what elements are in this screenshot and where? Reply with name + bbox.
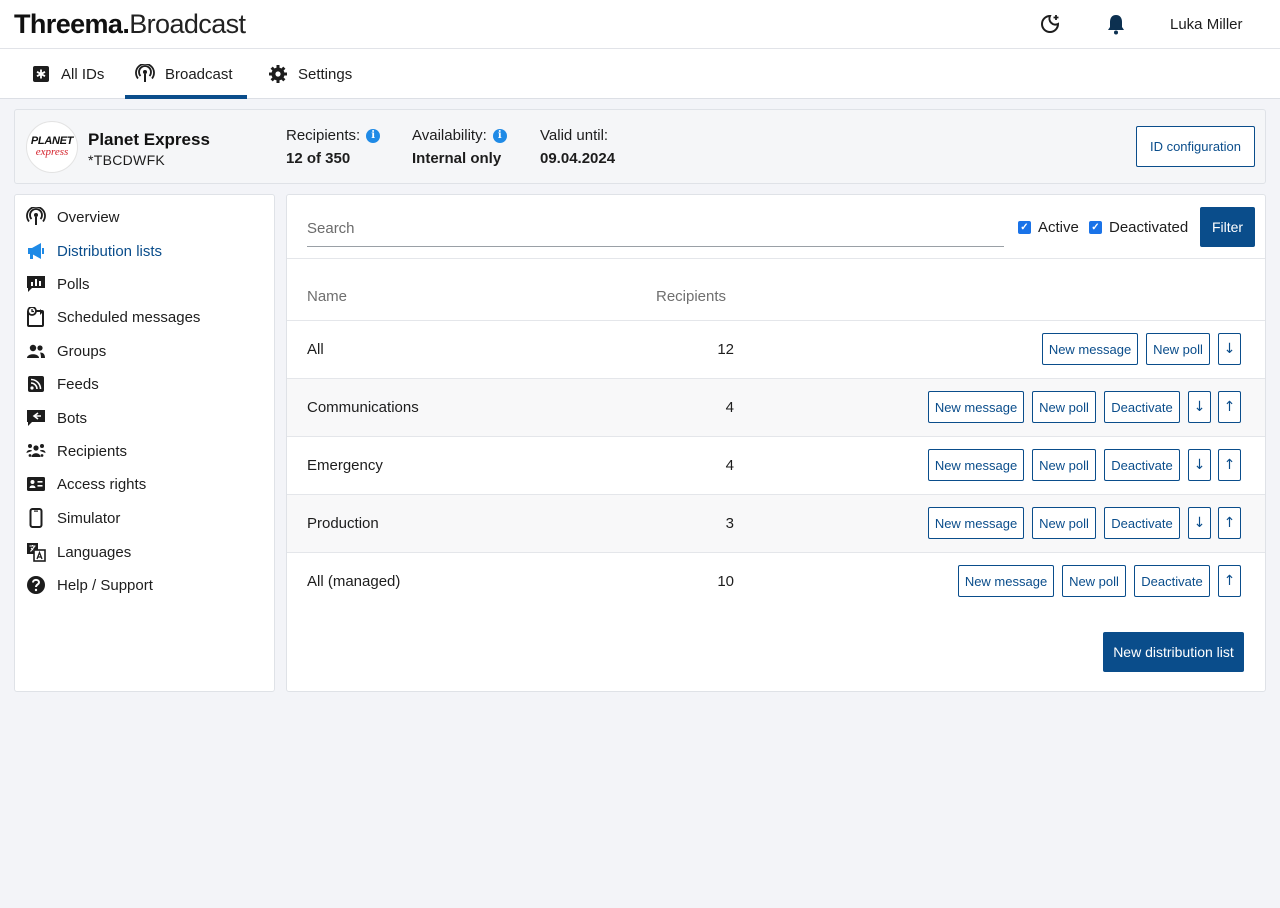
new-poll-button[interactable]: New poll [1032,507,1096,539]
feed-icon [26,374,46,394]
move-up-button[interactable]: ↑ [1218,507,1241,539]
sidebar-item-recipients[interactable]: Recipients [26,439,127,463]
bot-icon [26,408,46,428]
phone-icon [26,508,46,528]
sidebar: Overview Distribution lists Polls Schedu… [14,194,275,692]
validity-summary: Valid until: 09.04.2024 [540,127,616,167]
filter-bar: ✓ Active ✓ Deactivated Filter [287,195,1265,259]
sidebar-item-distribution-lists[interactable]: Distribution lists [26,239,162,263]
new-message-button[interactable]: New message [1042,333,1138,365]
table-row: Communications 4 New message New poll De… [287,379,1265,437]
avatar: PLANET express [26,121,78,173]
checkbox-checked-icon: ✓ [1018,221,1031,234]
new-message-button[interactable]: New message [928,391,1024,423]
info-icon[interactable]: i [492,128,507,143]
move-up-button[interactable]: ↑ [1218,565,1241,597]
broadcast-icon [135,64,155,84]
table-row: All (managed) 10 New message New poll De… [287,553,1265,611]
user-menu[interactable]: Luka Miller [1170,16,1243,33]
sidebar-item-languages[interactable]: Languages [26,540,131,564]
new-poll-button[interactable]: New poll [1062,565,1126,597]
deactivate-button[interactable]: Deactivate [1104,391,1180,423]
info-icon[interactable]: i [366,128,381,143]
deactivate-button[interactable]: Deactivate [1134,565,1210,597]
table-row: All 12 New message New poll ↓ [287,321,1265,379]
sidebar-item-help-support[interactable]: Help / Support [26,573,153,597]
column-header-recipients[interactable]: Recipients [656,288,726,305]
move-up-button[interactable]: ↑ [1218,391,1241,423]
dark-mode-icon[interactable] [1039,12,1063,36]
table-row: Production 3 New message New poll Deacti… [287,495,1265,553]
sidebar-item-overview[interactable]: Overview [26,205,120,229]
distribution-lists-panel: ✓ Active ✓ Deactivated Filter Name Recip… [286,194,1266,692]
filter-button[interactable]: Filter [1200,207,1255,247]
deactivated-checkbox[interactable]: ✓ Deactivated [1089,219,1188,236]
active-checkbox[interactable]: ✓ Active [1018,219,1079,236]
threema-id: *TBCDWFK [88,152,166,168]
id-configuration-button[interactable]: ID configuration [1136,126,1255,167]
new-distribution-list-button[interactable]: New distribution list [1103,632,1244,672]
sidebar-item-polls[interactable]: Polls [26,272,90,296]
new-message-button[interactable]: New message [928,449,1024,481]
search-input[interactable] [307,211,1004,247]
new-message-button[interactable]: New message [958,565,1054,597]
recipients-summary: Recipients: i 12 of 350 [286,127,381,167]
deactivate-button[interactable]: Deactivate [1104,449,1180,481]
new-message-button[interactable]: New message [928,507,1024,539]
move-down-button[interactable]: ↓ [1188,449,1211,481]
recipients-icon [26,441,46,461]
tab-broadcast[interactable]: Broadcast [125,49,247,99]
checkbox-checked-icon: ✓ [1089,221,1102,234]
gear-icon [268,64,288,84]
new-poll-button[interactable]: New poll [1032,449,1096,481]
help-icon [26,575,46,595]
groups-icon [26,341,46,361]
new-poll-button[interactable]: New poll [1146,333,1210,365]
sidebar-item-access-rights[interactable]: Access rights [26,472,146,496]
sidebar-item-feeds[interactable]: Feeds [26,372,99,396]
main-tabs: All IDs Broadcast Settings [0,49,1280,99]
deactivate-button[interactable]: Deactivate [1104,507,1180,539]
tab-all-ids[interactable]: All IDs [31,49,104,99]
move-down-button[interactable]: ↓ [1188,391,1211,423]
column-header-name[interactable]: Name [307,288,347,305]
app-logo[interactable]: Threema.Broadcast [14,8,246,40]
id-summary-card: PLANET express Planet Express *TBCDWFK R… [14,109,1266,184]
id-card-icon [26,474,46,494]
megaphone-icon [26,241,46,261]
new-poll-button[interactable]: New poll [1032,391,1096,423]
sidebar-item-scheduled-messages[interactable]: Scheduled messages [26,305,200,329]
top-bar: Threema.Broadcast Luka Miller [0,0,1280,49]
org-name: Planet Express [88,130,210,149]
translate-icon [26,542,46,562]
bell-icon[interactable] [1104,12,1128,36]
move-up-button[interactable]: ↑ [1218,449,1241,481]
move-down-button[interactable]: ↓ [1188,507,1211,539]
scheduled-icon [26,307,46,327]
availability-summary: Availability: i Internal only [412,127,507,167]
broadcast-icon [26,207,46,227]
sidebar-item-bots[interactable]: Bots [26,406,87,430]
table-row: Emergency 4 New message New poll Deactiv… [287,437,1265,495]
tab-settings[interactable]: Settings [268,49,352,99]
asterisk-square-icon [31,64,51,84]
poll-icon [26,274,46,294]
move-down-button[interactable]: ↓ [1218,333,1241,365]
sidebar-item-simulator[interactable]: Simulator [26,506,120,530]
sidebar-item-groups[interactable]: Groups [26,339,106,363]
